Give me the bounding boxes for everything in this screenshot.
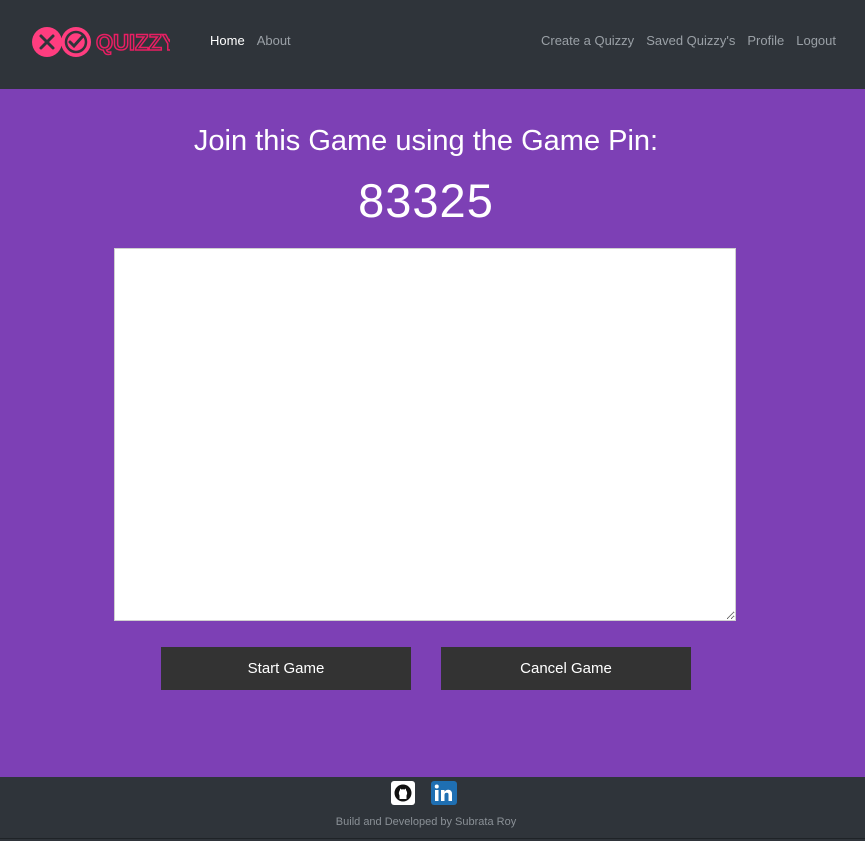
start-game-button[interactable]: Start Game: [161, 647, 411, 690]
players-textarea[interactable]: [114, 248, 736, 621]
nav-saved-quizzys[interactable]: Saved Quizzy's: [646, 33, 735, 48]
game-lobby: Join this Game using the Game Pin: 83325…: [0, 89, 865, 777]
nav-left: Home About: [210, 33, 291, 48]
game-pin: 83325: [358, 174, 494, 227]
nav-profile[interactable]: Profile: [747, 33, 784, 48]
footer-credit: Build and Developed by Subrata Roy: [335, 816, 517, 828]
github-icon[interactable]: [391, 781, 415, 805]
nav-right: Create a Quizzy Saved Quizzy's Profile L…: [541, 33, 836, 48]
nav-about[interactable]: About: [257, 33, 291, 48]
nav-create-quizzy[interactable]: Create a Quizzy: [541, 33, 634, 48]
nav-logout[interactable]: Logout: [796, 33, 836, 48]
footer-divider: [0, 838, 865, 839]
footer: Build and Developed by Subrata Roy: [0, 777, 865, 841]
quizzy-logo[interactable]: QUIZZY: [30, 22, 178, 62]
nav-home[interactable]: Home: [210, 33, 245, 48]
social-links: [391, 781, 457, 805]
brand-name: QUIZZY: [96, 30, 170, 55]
cancel-game-button[interactable]: Cancel Game: [441, 647, 691, 690]
linkedin-icon[interactable]: [431, 781, 457, 805]
navbar: QUIZZY Home About Create a Quizzy Saved …: [0, 0, 865, 89]
page-title: Join this Game using the Game Pin:: [193, 125, 659, 157]
